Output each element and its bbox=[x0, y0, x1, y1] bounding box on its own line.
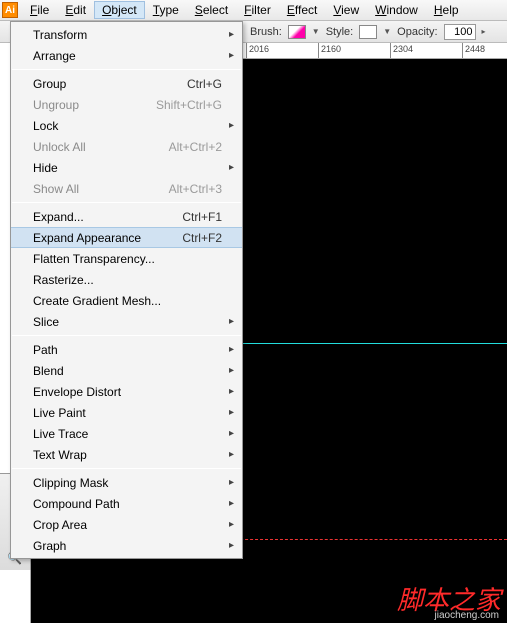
style-swatch[interactable] bbox=[359, 25, 377, 39]
brush-swatch[interactable] bbox=[288, 25, 306, 39]
style-label: Style: bbox=[326, 26, 354, 38]
menu-separator bbox=[12, 468, 241, 469]
menu-separator bbox=[12, 202, 241, 203]
menu-type[interactable]: Type bbox=[145, 1, 187, 19]
menu-help[interactable]: Help bbox=[426, 1, 467, 19]
menu-item-flatten-transparency[interactable]: Flatten Transparency... bbox=[11, 248, 242, 269]
menu-item-hide[interactable]: Hide bbox=[11, 157, 242, 178]
ruler-tick: 2160 bbox=[319, 43, 391, 58]
menu-item-blend[interactable]: Blend bbox=[11, 360, 242, 381]
menu-item-label: Rasterize... bbox=[33, 273, 94, 287]
ruler-tick: 2304 bbox=[391, 43, 463, 58]
menu-item-arrange[interactable]: Arrange bbox=[11, 45, 242, 66]
menu-item-ungroup: Ungroup Shift+Ctrl+G bbox=[11, 94, 242, 115]
menu-separator bbox=[12, 69, 241, 70]
menu-item-label: Group bbox=[33, 77, 66, 91]
menu-item-show-all: Show All Alt+Ctrl+3 bbox=[11, 178, 242, 199]
menu-item-slice[interactable]: Slice bbox=[11, 311, 242, 332]
menu-item-label: Live Paint bbox=[33, 406, 86, 420]
menu-item-label: Slice bbox=[33, 315, 59, 329]
menu-effect[interactable]: Effect bbox=[279, 1, 325, 19]
menu-shortcut: Ctrl+F2 bbox=[182, 231, 222, 245]
object-menu-dropdown: Transform Arrange Group Ctrl+G Ungroup Shift+… bbox=[10, 21, 243, 559]
menu-item-create-gradient-mesh[interactable]: Create Gradient Mesh... bbox=[11, 290, 242, 311]
menu-item-label: Lock bbox=[33, 119, 58, 133]
menu-item-graph[interactable]: Graph bbox=[11, 535, 242, 556]
menu-item-label: Blend bbox=[33, 364, 64, 378]
menu-item-unlock-all: Unlock All Alt+Ctrl+2 bbox=[11, 136, 242, 157]
menu-item-label: Show All bbox=[33, 182, 79, 196]
menu-item-label: Live Trace bbox=[33, 427, 88, 441]
menu-item-label: Arrange bbox=[33, 49, 76, 63]
app-icon: Ai bbox=[2, 2, 18, 18]
menu-item-label: Unlock All bbox=[33, 140, 86, 154]
menu-item-envelope-distort[interactable]: Envelope Distort bbox=[11, 381, 242, 402]
menu-item-expand[interactable]: Expand... Ctrl+F1 bbox=[11, 206, 242, 227]
menu-item-label: Transform bbox=[33, 28, 87, 42]
menu-item-crop-area[interactable]: Crop Area bbox=[11, 514, 242, 535]
brush-label: Brush: bbox=[250, 26, 282, 38]
menu-window[interactable]: Window bbox=[367, 1, 426, 19]
menu-edit[interactable]: Edit bbox=[57, 1, 94, 19]
menu-shortcut: Ctrl+F1 bbox=[182, 210, 222, 224]
opacity-input[interactable] bbox=[444, 24, 476, 40]
menu-item-label: Envelope Distort bbox=[33, 385, 121, 399]
menu-shortcut: Alt+Ctrl+3 bbox=[169, 182, 222, 196]
ruler-tick: 2448 bbox=[463, 43, 507, 58]
menu-item-label: Graph bbox=[33, 539, 66, 553]
menu-item-label: Create Gradient Mesh... bbox=[33, 294, 161, 308]
menu-item-lock[interactable]: Lock bbox=[11, 115, 242, 136]
menu-item-label: Expand... bbox=[33, 210, 84, 224]
menu-select[interactable]: Select bbox=[187, 1, 236, 19]
menu-item-label: Clipping Mask bbox=[33, 476, 108, 490]
menu-item-clipping-mask[interactable]: Clipping Mask bbox=[11, 472, 242, 493]
menu-item-compound-path[interactable]: Compound Path bbox=[11, 493, 242, 514]
menu-filter[interactable]: Filter bbox=[236, 1, 279, 19]
menu-item-text-wrap[interactable]: Text Wrap bbox=[11, 444, 242, 465]
menu-item-label: Text Wrap bbox=[33, 448, 87, 462]
watermark-url: jiaocheng.com bbox=[435, 610, 499, 621]
opacity-label: Opacity: bbox=[397, 26, 437, 38]
menu-item-label: Hide bbox=[33, 161, 58, 175]
menubar: Ai FileEditObjectTypeSelectFilterEffectV… bbox=[0, 0, 507, 21]
menu-item-label: Path bbox=[33, 343, 58, 357]
menu-item-transform[interactable]: Transform bbox=[11, 24, 242, 45]
menu-item-label: Flatten Transparency... bbox=[33, 252, 155, 266]
menu-item-live-trace[interactable]: Live Trace bbox=[11, 423, 242, 444]
menu-view[interactable]: View bbox=[325, 1, 367, 19]
menu-item-path[interactable]: Path bbox=[11, 339, 242, 360]
ruler-tick: 2016 bbox=[247, 43, 319, 58]
menu-item-expand-appearance[interactable]: Expand Appearance Ctrl+F2 bbox=[11, 227, 242, 248]
chevron-down-icon[interactable]: ▼ bbox=[383, 27, 391, 36]
menu-file[interactable]: File bbox=[22, 1, 57, 19]
menu-item-label: Compound Path bbox=[33, 497, 120, 511]
chevron-down-icon[interactable]: ▼ bbox=[312, 27, 320, 36]
menu-item-label: Expand Appearance bbox=[33, 231, 141, 245]
menu-shortcut: Ctrl+G bbox=[187, 77, 222, 91]
menu-object[interactable]: Object bbox=[94, 1, 145, 19]
menu-shortcut: Alt+Ctrl+2 bbox=[169, 140, 222, 154]
menu-item-label: Crop Area bbox=[33, 518, 87, 532]
menu-item-group[interactable]: Group Ctrl+G bbox=[11, 73, 242, 94]
chevron-down-icon[interactable]: ▸ bbox=[482, 27, 486, 36]
menu-separator bbox=[12, 335, 241, 336]
menu-shortcut: Shift+Ctrl+G bbox=[156, 98, 222, 112]
menu-item-rasterize[interactable]: Rasterize... bbox=[11, 269, 242, 290]
menu-item-live-paint[interactable]: Live Paint bbox=[11, 402, 242, 423]
menu-item-label: Ungroup bbox=[33, 98, 79, 112]
